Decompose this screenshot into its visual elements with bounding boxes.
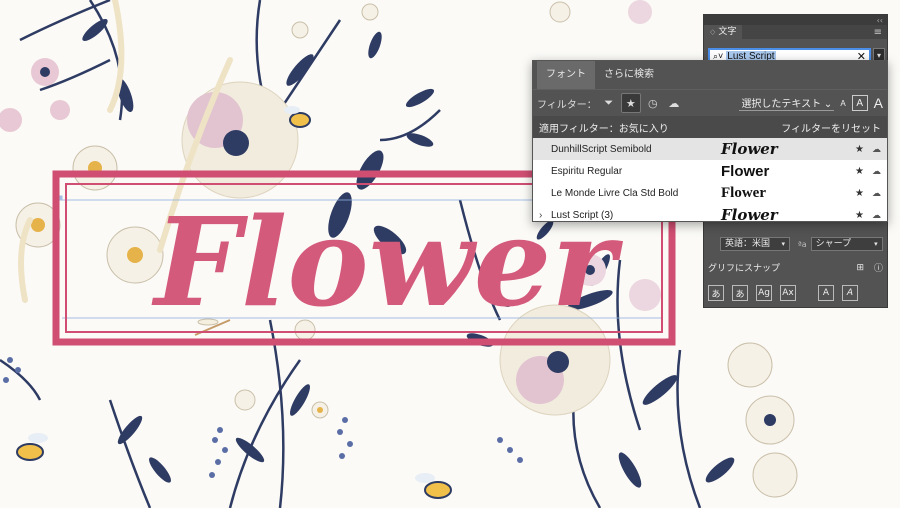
reset-filter-link[interactable]: フィルターをリセット: [781, 120, 881, 135]
preview-text-value: 選択したテキスト: [741, 99, 822, 110]
close-icon[interactable]: ◇: [710, 25, 715, 39]
filter-label: フィルター：: [537, 99, 597, 111]
font-preview: Flower: [721, 184, 766, 201]
tab-find-more[interactable]: さらに検索: [595, 61, 663, 89]
chevron-down-icon: ▾: [781, 240, 785, 248]
font-list-item[interactable]: › Lust Script (3) Flower ★ ☁: [533, 204, 887, 226]
applied-filter-bar: 適用フィルター：お気に入り フィルターをリセット: [533, 116, 887, 138]
font-dropdown: フォント さらに検索 フィルター： ⏷ ★ ◷ ☁ 選択したテキスト ⌄ A A…: [532, 60, 888, 224]
cloud-icon: ☁: [872, 209, 881, 220]
cloud-icon[interactable]: ☁: [665, 94, 683, 112]
info-icon[interactable]: ⓘ: [874, 261, 883, 274]
cloud-icon: ☁: [872, 165, 881, 176]
snap-proximity-button[interactable]: Ax: [780, 285, 796, 301]
snap-glyph-icon[interactable]: ⊞: [856, 263, 864, 273]
snap-xheight-button[interactable]: あ: [732, 285, 748, 301]
anti-alias-value: シャープ: [815, 239, 852, 249]
chevron-right-icon[interactable]: ›: [539, 210, 542, 221]
star-icon[interactable]: ★: [855, 188, 864, 199]
star-icon[interactable]: ★: [855, 210, 864, 221]
font-name: Lust Script (3): [551, 209, 614, 221]
panel-collapse-bar[interactable]: ‹‹: [704, 15, 887, 25]
tab-character-label: 文字: [718, 27, 737, 37]
preview-size-small[interactable]: A: [840, 99, 845, 108]
cloud-icon: ☁: [872, 187, 881, 198]
cloud-icon: ☁: [872, 143, 881, 154]
font-preview: Flower: [721, 162, 770, 180]
font-preview: Flower: [721, 206, 778, 224]
snap-label: グリフにスナップ: [708, 264, 781, 274]
hamburger-icon[interactable]: ≡: [874, 27, 882, 38]
anti-alias-select[interactable]: シャープ ▾: [810, 237, 883, 251]
star-icon[interactable]: ★: [620, 93, 641, 113]
font-list-item[interactable]: DunhillScript Semibold Flower ★ ☁: [533, 138, 887, 160]
preview-text-select[interactable]: 選択したテキスト ⌄: [739, 95, 835, 111]
anti-alias-icon: ªa: [798, 239, 807, 249]
font-name: Espiritu Regular: [551, 165, 623, 177]
tab-character[interactable]: ◇ 文字: [704, 25, 743, 39]
star-icon[interactable]: ★: [855, 166, 864, 177]
font-dropdown-tabs: フォント さらに検索: [533, 61, 887, 89]
font-list-item[interactable]: Le Monde Livre Cla Std Bold Flower ★ ☁: [533, 182, 887, 204]
collapse-icon[interactable]: ‹‹: [877, 16, 883, 25]
font-name: Le Monde Livre Cla Std Bold: [551, 187, 679, 199]
font-name: DunhillScript Semibold: [551, 143, 652, 155]
chevron-down-icon: ▾: [874, 240, 878, 248]
preview-size-medium[interactable]: A: [851, 95, 868, 111]
snap-bounds-button[interactable]: Ag: [756, 285, 772, 301]
preview-size-large[interactable]: A: [874, 95, 883, 111]
font-preview: Flower: [721, 140, 778, 158]
snap-angular-button[interactable]: A: [818, 285, 834, 301]
language-select[interactable]: 英語：米国 ▾: [720, 237, 790, 251]
snap-anchor-button[interactable]: A: [842, 285, 858, 301]
chevron-down-icon: ▾: [876, 51, 881, 60]
tab-fonts[interactable]: フォント: [537, 61, 595, 89]
filter-bar: フィルター： ⏷ ★ ◷ ☁ 選択したテキスト ⌄ A A A: [533, 89, 887, 116]
star-icon[interactable]: ★: [855, 144, 864, 155]
filter-icon[interactable]: ⏷: [600, 94, 618, 112]
font-list-item[interactable]: Espiritu Regular Flower ★ ☁: [533, 160, 887, 182]
clock-icon[interactable]: ◷: [644, 94, 662, 112]
snap-baseline-button[interactable]: あ: [708, 285, 724, 301]
panel-tab-row: ◇ 文字 ≡: [704, 25, 887, 39]
language-value: 英語：米国: [725, 239, 771, 249]
applied-filter-label: 適用フィルター：お気に入り: [539, 123, 669, 135]
